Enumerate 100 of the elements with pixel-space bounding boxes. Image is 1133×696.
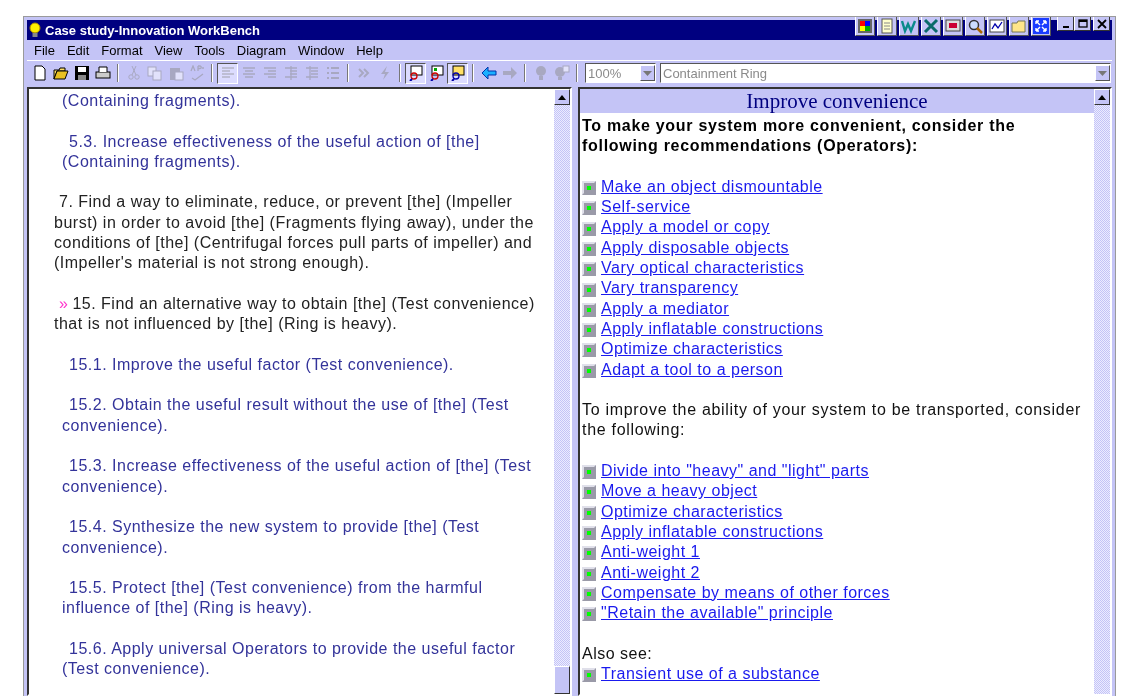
- minimize-icon: [1062, 26, 1069, 28]
- paragraph: To improve the ability of your system to be transported, consider the following:: [582, 400, 1083, 441]
- copy-icon: [146, 65, 163, 81]
- expand-icon[interactable]: [1031, 17, 1051, 36]
- operator-link[interactable]: Adapt a tool to a person: [601, 359, 783, 380]
- align-center-icon: [240, 65, 257, 81]
- square-bullet-icon: [582, 362, 596, 377]
- operator-link[interactable]: Compensate by means of other forces: [601, 582, 890, 604]
- printer-icon: [94, 65, 111, 81]
- open-folder-icon: [52, 65, 69, 81]
- bullet-list-icon: [324, 65, 341, 81]
- operator-link[interactable]: Move a heavy object: [601, 481, 758, 502]
- align-left-icon: [219, 65, 236, 81]
- menu-item[interactable]: Edit: [61, 42, 97, 58]
- square-bullet-icon: [582, 464, 596, 479]
- outline-text: 15.3. Increase effectiveness of the useful action of [the] (Test convenience).: [61, 456, 533, 497]
- square-bullet-icon: [582, 220, 596, 235]
- maximize-button[interactable]: [1074, 17, 1091, 31]
- window-title: Case study-Innovation WorkBench: [45, 22, 261, 38]
- outline-text: 15.6. Apply universal Operators to provide the useful factor (Test convenience).: [61, 639, 517, 680]
- outline-text: 7. Find a way to eliminate, reduce, or prevent [the] (Impeller burst) in order to avoid [the] (Fragments flying away), under the conditions of [the] (Centrifugal forces pull parts of impeller) and (Impeller's material is not strong enough).: [53, 192, 535, 274]
- operator-link[interactable]: Vary optical characteristics: [601, 258, 805, 279]
- menu-item[interactable]: View: [149, 42, 190, 58]
- square-bullet-icon: [582, 525, 596, 540]
- square-bullet-icon: [582, 585, 596, 600]
- operator-link[interactable]: Make an object dismountable: [601, 176, 823, 198]
- left-arrow-icon: [480, 65, 497, 81]
- scroll-thumb[interactable]: [554, 666, 570, 694]
- square-bullet-icon: [582, 261, 596, 276]
- x-letter-icon[interactable]: [921, 17, 941, 36]
- menu-item[interactable]: Diagram: [231, 42, 293, 58]
- pane-heading: Improve convenience: [580, 89, 1094, 113]
- scrollbar[interactable]: [554, 89, 570, 694]
- paragraph: To make your system more convenient, consider the following recommendations (Operators):: [582, 116, 1017, 157]
- square-bullet-icon: [582, 484, 596, 499]
- outline-text: 15.2. Obtain the useful result without the use of [the] (Test convenience).: [61, 395, 510, 436]
- outline-text: 15.1. Improve the useful factor (Test convenience).: [68, 354, 455, 375]
- chart-icon[interactable]: [987, 17, 1007, 36]
- square-bullet-icon: [582, 240, 596, 255]
- square-bullet-icon: [582, 281, 596, 296]
- square-bullet-icon: [582, 200, 596, 215]
- close-button[interactable]: [1093, 17, 1110, 31]
- menu-item[interactable]: Tools: [189, 42, 232, 58]
- square-bullet-icon: [582, 322, 596, 337]
- outline-text: 15.5. Protect [the] (Test convenience) from the harmful influence of [the] (Ring is heavy).: [61, 578, 484, 619]
- w-letter-icon[interactable]: [899, 17, 919, 36]
- folder-icon[interactable]: [1009, 17, 1029, 36]
- operator-link[interactable]: Apply a mediator: [601, 298, 730, 319]
- outline-text: » 15. Find an alternative way to obtain [the] (Test convenience) that is not influenced by [the] (Ring is heavy).: [53, 293, 536, 335]
- operator-link[interactable]: Optimize characteristics: [601, 501, 783, 522]
- operator-link[interactable]: Apply inflatable constructions: [601, 318, 824, 340]
- magnifier-icon[interactable]: [965, 17, 985, 36]
- operator-link[interactable]: "Retain the available" principle: [601, 603, 833, 624]
- outline-text: 15.4. Synthesize the new system to provide [the] (Test convenience).: [61, 517, 481, 558]
- operator-link[interactable]: Self-service: [601, 197, 691, 218]
- operator-link[interactable]: Divide into "heavy" and "light" parts: [601, 461, 869, 482]
- right-arrow-icon: [501, 65, 518, 81]
- outdent-icon: [282, 65, 299, 81]
- document-magnifier-icon: [407, 65, 424, 81]
- square-bullet-icon: [582, 565, 596, 580]
- maximize-icon: [1076, 18, 1089, 29]
- caption: Also see:: [582, 643, 654, 664]
- card-magnifier-icon: [449, 65, 466, 81]
- operator-link[interactable]: Optimize characteristics: [601, 339, 783, 360]
- menu-item[interactable]: Format: [96, 42, 150, 58]
- spell-check-icon: [188, 65, 205, 81]
- screen-icon[interactable]: [943, 17, 963, 36]
- indent-icon: [303, 65, 320, 81]
- notepad-icon[interactable]: [877, 17, 897, 36]
- clipboard-icon: [167, 65, 184, 81]
- outline-text: (Containing fragments).: [61, 91, 242, 111]
- card-magnifier-button[interactable]: [447, 62, 468, 84]
- square-bullet-icon: [582, 606, 596, 621]
- square-bullet-icon: [582, 545, 596, 560]
- diagram-magnifier-icon: [428, 65, 445, 81]
- operator-link[interactable]: Anti-weight 2: [601, 562, 700, 583]
- palette-icon[interactable]: [855, 17, 875, 36]
- scrollbar[interactable]: [1094, 89, 1110, 694]
- outline-text: 5.3. Increase effectiveness of the useful action of [the] (Containing fragments).: [61, 131, 481, 172]
- menu-item[interactable]: Window: [292, 42, 352, 58]
- document-magnifier-button[interactable]: [405, 62, 426, 84]
- menu-item[interactable]: Help: [351, 42, 390, 58]
- square-bullet-icon: [582, 504, 596, 519]
- align-right-icon: [261, 65, 278, 81]
- operator-link[interactable]: Transient use of a substance: [601, 664, 820, 685]
- square-bullet-icon: [582, 180, 596, 195]
- minimize-button[interactable]: [1057, 17, 1074, 31]
- scissors-icon: [125, 65, 142, 81]
- operator-link[interactable]: Vary transparency: [601, 278, 739, 299]
- light-bulb-icon: [29, 22, 41, 38]
- operator-link[interactable]: Apply inflatable constructions: [601, 521, 824, 543]
- operator-link[interactable]: Anti-weight 1: [601, 542, 700, 563]
- bulb-grid-icon: [553, 65, 570, 81]
- square-bullet-icon: [582, 301, 596, 316]
- menu-item[interactable]: File: [29, 42, 62, 58]
- operator-link[interactable]: Apply disposable objects: [601, 237, 790, 259]
- close-icon: [1095, 18, 1108, 29]
- new-document-icon: [31, 65, 48, 81]
- square-bullet-icon: [582, 342, 596, 357]
- operator-link[interactable]: Apply a model or copy: [601, 217, 770, 238]
